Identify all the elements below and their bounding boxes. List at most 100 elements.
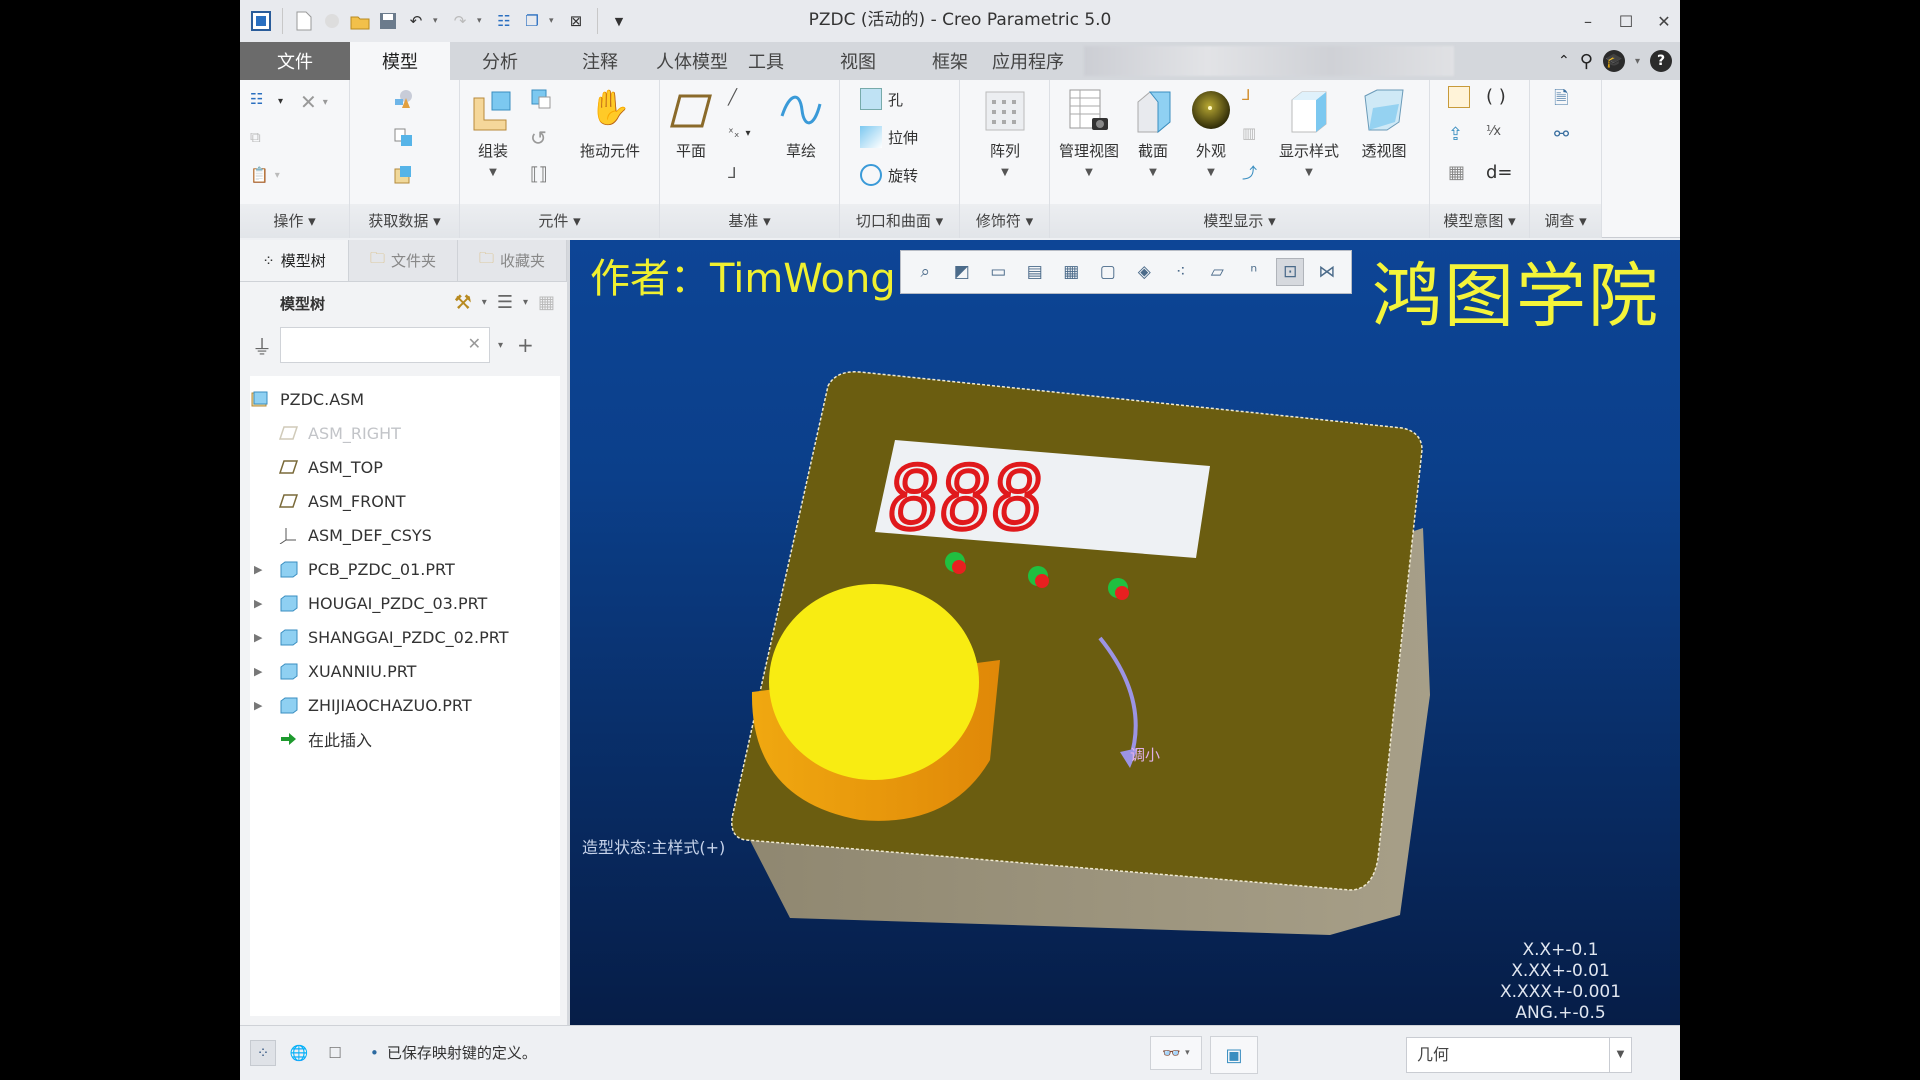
appearance-button[interactable]: 外观 ▼ <box>1188 88 1234 178</box>
collapse-ribbon-icon[interactable]: ⌃ <box>1558 53 1570 69</box>
show-dropdown[interactable]: ▾ <box>523 297 528 308</box>
parameters-button[interactable]: ( ) <box>1486 86 1506 107</box>
family-table-button[interactable] <box>1448 86 1470 108</box>
group-label-operations[interactable]: 操作 ▾ <box>240 204 349 238</box>
app-icon[interactable] <box>250 10 272 32</box>
assemble-dropdown[interactable]: ▼ <box>489 167 497 178</box>
save-icon[interactable] <box>377 10 399 32</box>
selection-button[interactable]: ▣ <box>1210 1036 1258 1074</box>
tree-search-input[interactable] <box>281 328 461 362</box>
group-label-model-display[interactable]: 模型显示 ▾ <box>1050 204 1429 238</box>
manage-views-button[interactable]: 管理视图 ▼ <box>1056 88 1122 178</box>
tree-item[interactable]: ▶ XUANNIU.PRT <box>250 654 560 688</box>
repeat-button[interactable]: ↺ <box>530 126 547 150</box>
tree-item[interactable]: ▶ ZHIJIAOCHAZUO.PRT <box>250 688 560 722</box>
windows-icon[interactable]: ❐ <box>521 10 543 32</box>
clear-search-icon[interactable]: ✕ <box>468 334 481 353</box>
group-label-investigate[interactable]: 调查 ▾ <box>1530 204 1601 238</box>
minimize-button[interactable]: – <box>1580 12 1596 31</box>
learning-dropdown[interactable]: ▾ <box>1635 56 1640 67</box>
tree-item[interactable]: 在此插入 <box>250 722 560 756</box>
model-info-button[interactable]: 🗎 <box>1554 86 1568 116</box>
display-style-button[interactable]: 显示样式 ▼ <box>1274 88 1344 178</box>
expand-arrow-icon[interactable]: ▶ <box>254 665 268 678</box>
point-button[interactable]: ˣₓ ▾ <box>728 126 751 141</box>
tree-item[interactable]: ▶ SHANGGAI_PZDC_02.PRT <box>250 620 560 654</box>
mirror-component-button[interactable]: ⟦⟧ <box>530 164 548 185</box>
expand-arrow-icon[interactable]: ▶ <box>254 597 268 610</box>
group-label-model-intent[interactable]: 模型意图 ▾ <box>1430 204 1529 238</box>
group-label-datum[interactable]: 基准 ▾ <box>660 204 839 238</box>
group-label-component[interactable]: 元件 ▾ <box>460 204 659 238</box>
revolve-button[interactable]: 旋转 <box>860 164 918 186</box>
tab-favorites[interactable]: 🗀 收藏夹 <box>458 240 567 281</box>
pattern-button[interactable]: 阵列 ▼ <box>982 88 1028 178</box>
appearance-dropdown[interactable]: ▼ <box>1207 167 1215 178</box>
fullscreen-icon[interactable]: ☐ <box>322 1040 348 1066</box>
close-button[interactable]: ✕ <box>1656 12 1672 31</box>
learning-icon[interactable]: 🎓 <box>1602 50 1625 72</box>
tab-framework[interactable]: 框架 <box>918 42 982 80</box>
delete-button[interactable]: ✕ ▾ <box>300 90 328 114</box>
maximize-button[interactable]: ☐ <box>1618 12 1634 31</box>
expand-arrow-icon[interactable]: ▶ <box>254 563 268 576</box>
windows-dropdown[interactable]: ▾ <box>549 16 559 26</box>
display-tree-button[interactable]: ⅃ <box>1242 86 1250 104</box>
tree-item[interactable]: ▶ HOUGAI_PZDC_03.PRT <box>250 586 560 620</box>
tab-model-tree[interactable]: ⁘ 模型树 <box>240 240 349 281</box>
graphics-window[interactable]: 作者：TimWong ⌕ ◩ ▭ ▤ ▦ ▢ ◈ ⁖ ▱ ⁿ ⊡ ⋈ 鸿图学院 888 <box>570 240 1680 1025</box>
user-defined-feature-button[interactable] <box>392 88 414 110</box>
tab-analysis[interactable]: 分析 <box>450 42 550 80</box>
section-dropdown[interactable]: ▼ <box>1149 167 1157 178</box>
tab-view[interactable]: 视图 <box>798 42 918 80</box>
add-filter-icon[interactable]: + <box>517 333 534 357</box>
settings-icon[interactable]: ⚒ <box>454 290 472 314</box>
csys-button[interactable]: ⅃ <box>728 164 736 182</box>
expand-arrow-icon[interactable]: ▶ <box>254 631 268 644</box>
redo-icon[interactable]: ↷ <box>449 10 471 32</box>
pattern-dropdown[interactable]: ▼ <box>1001 167 1009 178</box>
switch-dimensions-button[interactable]: ⅟x <box>1486 124 1501 139</box>
hole-button[interactable]: 孔 <box>860 88 903 110</box>
sketch-button[interactable]: 草绘 <box>778 88 824 161</box>
help-icon[interactable]: ? <box>1650 50 1672 72</box>
tab-folder-browser[interactable]: 🗀 文件夹 <box>349 240 458 281</box>
redo-dropdown[interactable]: ▾ <box>477 16 487 26</box>
filter-icon[interactable]: ⏚ <box>252 331 272 360</box>
relations-button[interactable]: d= <box>1486 162 1513 183</box>
display-style-dropdown[interactable]: ▼ <box>1305 167 1313 178</box>
paste-button[interactable]: 📋 ▾ <box>250 166 280 184</box>
show-icon[interactable]: ☰ <box>497 292 513 313</box>
copy-geometry-button[interactable] <box>392 126 414 148</box>
search-icon[interactable]: ⚲ <box>1580 51 1593 72</box>
tree-item[interactable]: ASM_TOP <box>250 450 560 484</box>
toggle-navigator-icon[interactable]: ⁘ <box>250 1040 276 1066</box>
regenerate-button[interactable]: ☷ ▾ <box>250 90 283 112</box>
customize-icon[interactable]: ▼ <box>608 10 630 32</box>
tab-model[interactable]: 模型 <box>350 42 450 80</box>
selection-filter-select[interactable]: 几何 ▼ <box>1406 1037 1632 1073</box>
orient-button[interactable]: ⤴ <box>1242 162 1257 183</box>
extrude-button[interactable]: 拉伸 <box>860 126 918 148</box>
copy-button[interactable]: ⧉ <box>250 128 261 146</box>
tree-item[interactable]: ASM_FRONT <box>250 484 560 518</box>
tab-file[interactable]: 文件 <box>240 42 350 80</box>
tab-manikin[interactable]: 人体模型 <box>650 42 734 80</box>
perspective-button[interactable]: 透视图 <box>1350 88 1418 161</box>
tree-item[interactable]: PZDC.ASM <box>250 382 560 416</box>
tree-item[interactable]: ASM_RIGHT <box>250 416 560 450</box>
filter-dropdown-arrow[interactable]: ▼ <box>1609 1038 1631 1072</box>
reference-viewer-button[interactable]: ⚯ <box>1554 124 1569 145</box>
tab-tools[interactable]: 工具 <box>734 42 798 80</box>
undo-dropdown[interactable]: ▾ <box>433 16 443 26</box>
new-icon[interactable] <box>293 10 315 32</box>
manage-views-dropdown[interactable]: ▼ <box>1085 167 1093 178</box>
model-render[interactable]: 888 调小 调 <box>570 240 1680 1025</box>
regenerate-icon[interactable]: ☷ <box>493 10 515 32</box>
close-window-icon[interactable]: ⊠ <box>565 10 587 32</box>
tree-item[interactable]: ▶ PCB_PZDC_01.PRT <box>250 552 560 586</box>
toggle-browser-icon[interactable]: 🌐 <box>286 1040 312 1066</box>
settings-dropdown[interactable]: ▾ <box>482 297 487 308</box>
shrinkwrap-button[interactable] <box>392 164 414 186</box>
section-button[interactable]: 截面 ▼ <box>1130 88 1176 178</box>
